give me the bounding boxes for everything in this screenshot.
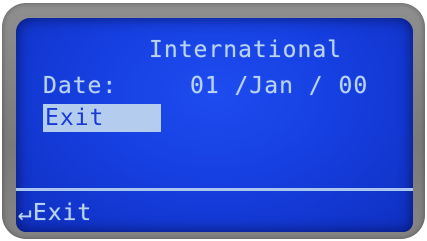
lcd-bezel: International Date: 01 /Jan / 00 Exit ↵E… xyxy=(2,3,425,239)
date-value[interactable]: 01 /Jan / 00 xyxy=(190,73,368,99)
footer-exit-hint: ↵Exit xyxy=(18,200,93,226)
exit-menu-item[interactable]: Exit xyxy=(45,105,104,131)
lcd-screen: International Date: 01 /Jan / 00 Exit ↵E… xyxy=(16,18,413,232)
device-photo: International Date: 01 /Jan / 00 Exit ↵E… xyxy=(0,0,427,241)
date-label: Date: xyxy=(43,73,118,99)
footer-divider xyxy=(16,188,413,191)
screen-title: International xyxy=(149,37,343,63)
